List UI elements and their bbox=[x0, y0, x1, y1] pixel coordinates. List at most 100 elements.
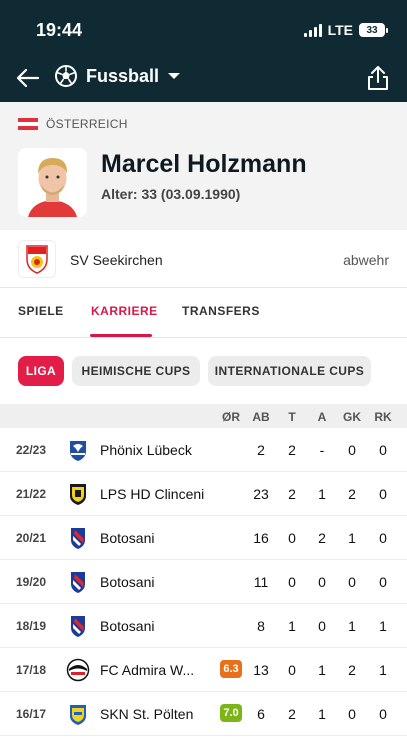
team-logo-icon bbox=[71, 528, 85, 549]
red-cards: 1 bbox=[379, 662, 387, 678]
table-row[interactable]: 16/17 SKN St. Pölten 7.0 6 2 1 0 0 bbox=[0, 692, 407, 736]
table-row[interactable]: 18/19 Botosani 8 1 0 1 1 bbox=[0, 604, 407, 648]
soccer-ball-icon bbox=[55, 65, 77, 87]
assists: 0 bbox=[318, 618, 326, 634]
goals: 0 bbox=[288, 530, 296, 546]
header-assists: A bbox=[317, 410, 327, 424]
team-logo-icon bbox=[70, 441, 86, 461]
team-logo-icon bbox=[70, 484, 86, 505]
season: 16/17 bbox=[16, 707, 47, 721]
sport-selector[interactable]: Fussball bbox=[54, 64, 181, 88]
team-name: Botosani bbox=[100, 530, 155, 546]
team-name: Botosani bbox=[100, 618, 155, 634]
team-name: SKN St. Pölten bbox=[100, 706, 194, 722]
club-name: SV Seekirchen bbox=[70, 252, 163, 268]
share-icon bbox=[368, 66, 388, 90]
player-position: abwehr bbox=[343, 252, 389, 268]
red-cards: 0 bbox=[379, 530, 387, 546]
rating-badge: 7.0 bbox=[220, 704, 242, 722]
arrow-left-icon bbox=[16, 68, 40, 88]
navigation-bar: Fussball bbox=[0, 58, 407, 98]
appearances: 23 bbox=[253, 486, 269, 502]
table-row[interactable]: 21/22 LPS HD Clinceni 23 2 1 2 0 bbox=[0, 472, 407, 516]
status-time: 19:44 bbox=[36, 20, 83, 40]
yellow-cards: 1 bbox=[348, 618, 356, 634]
battery-icon: 33 bbox=[359, 23, 388, 37]
team-logo-icon bbox=[71, 572, 85, 593]
back-button[interactable] bbox=[14, 64, 42, 92]
profile-tabs: SPIELE KARRIERE TRANSFERS bbox=[0, 288, 407, 337]
share-button[interactable] bbox=[365, 64, 391, 92]
table-row[interactable]: 17/18 FC Admira W... 6.3 13 0 1 2 1 bbox=[0, 648, 407, 692]
season: 19/20 bbox=[16, 575, 47, 589]
team-name: Botosani bbox=[100, 574, 155, 590]
goals: 2 bbox=[288, 706, 296, 722]
season: 20/21 bbox=[16, 531, 47, 545]
player-age: Alter: 33 (03.09.1990) bbox=[101, 186, 241, 202]
goals: 0 bbox=[288, 574, 296, 590]
rating-badge: 6.3 bbox=[220, 660, 242, 678]
appearances: 8 bbox=[257, 618, 265, 634]
assists: 1 bbox=[318, 486, 326, 502]
team-logo-icon bbox=[70, 705, 86, 725]
season: 21/22 bbox=[16, 487, 47, 501]
table-row[interactable]: 22/23 Phönix Lübeck 2 2 - 0 0 bbox=[0, 428, 407, 472]
season: 22/23 bbox=[16, 443, 47, 457]
player-avatar bbox=[18, 148, 87, 217]
yellow-cards: 0 bbox=[348, 442, 356, 458]
divider bbox=[0, 337, 407, 338]
appearances: 2 bbox=[257, 442, 265, 458]
header-yellow-cards: GK bbox=[343, 410, 361, 424]
country-label: ÖSTERREICH bbox=[46, 117, 128, 131]
assists: - bbox=[319, 442, 325, 458]
red-cards: 1 bbox=[379, 618, 387, 634]
red-cards: 0 bbox=[379, 486, 387, 502]
tab-spiele[interactable]: SPIELE bbox=[18, 304, 64, 318]
yellow-cards: 1 bbox=[348, 530, 356, 546]
goals: 0 bbox=[288, 662, 296, 678]
team-name: FC Admira W... bbox=[100, 662, 195, 678]
app-header: 19:44 LTE 33 Fussball bbox=[0, 0, 407, 102]
current-club-row[interactable]: SV Seekirchen abwehr bbox=[0, 238, 407, 282]
tab-transfers[interactable]: TRANSFERS bbox=[182, 304, 260, 318]
yellow-cards: 2 bbox=[348, 486, 356, 502]
career-table-header: ØR AB T A GK RK bbox=[0, 404, 407, 428]
goals: 1 bbox=[288, 618, 296, 634]
assists: 1 bbox=[318, 662, 326, 678]
battery-level: 33 bbox=[366, 24, 378, 36]
tab-karriere[interactable]: KARRIERE bbox=[91, 304, 158, 318]
header-goals: T bbox=[288, 410, 296, 424]
appearances: 13 bbox=[253, 662, 269, 678]
season: 17/18 bbox=[16, 663, 47, 677]
team-name: LPS HD Clinceni bbox=[100, 486, 205, 502]
network-label: LTE bbox=[327, 22, 353, 38]
filter-heimische-cups[interactable]: HEIMISCHE CUPS bbox=[72, 356, 200, 386]
filter-liga[interactable]: LIGA bbox=[18, 356, 64, 386]
status-indicators: LTE 33 bbox=[303, 22, 388, 38]
header-rating: ØR bbox=[222, 410, 240, 424]
sport-label: Fussball bbox=[86, 65, 160, 86]
table-row[interactable]: 19/20 Botosani 11 0 0 0 0 bbox=[0, 560, 407, 604]
appearances: 11 bbox=[253, 574, 269, 590]
yellow-cards: 2 bbox=[348, 662, 356, 678]
red-cards: 0 bbox=[379, 706, 387, 722]
yellow-cards: 0 bbox=[348, 706, 356, 722]
team-name: Phönix Lübeck bbox=[100, 442, 192, 458]
header-appearances: AB bbox=[252, 410, 270, 424]
table-row[interactable]: 20/21 Botosani 16 0 2 1 0 bbox=[0, 516, 407, 560]
red-cards: 0 bbox=[379, 574, 387, 590]
filter-internationale-cups[interactable]: INTERNATIONALE CUPS bbox=[208, 356, 371, 386]
appearances: 6 bbox=[257, 706, 265, 722]
goals: 2 bbox=[288, 442, 296, 458]
red-cards: 0 bbox=[379, 442, 387, 458]
player-name: Marcel Holzmann bbox=[101, 150, 307, 178]
caret-down-icon bbox=[168, 73, 181, 79]
season: 18/19 bbox=[16, 619, 47, 633]
player-country: ÖSTERREICH bbox=[18, 117, 128, 131]
assists: 0 bbox=[318, 574, 326, 590]
team-logo-icon bbox=[66, 658, 90, 682]
club-logo-icon bbox=[18, 240, 56, 278]
player-photo bbox=[18, 148, 87, 217]
signal-icon bbox=[303, 23, 322, 37]
competition-filters: LIGA HEIMISCHE CUPS INTERNATIONALE CUPS bbox=[0, 354, 407, 388]
